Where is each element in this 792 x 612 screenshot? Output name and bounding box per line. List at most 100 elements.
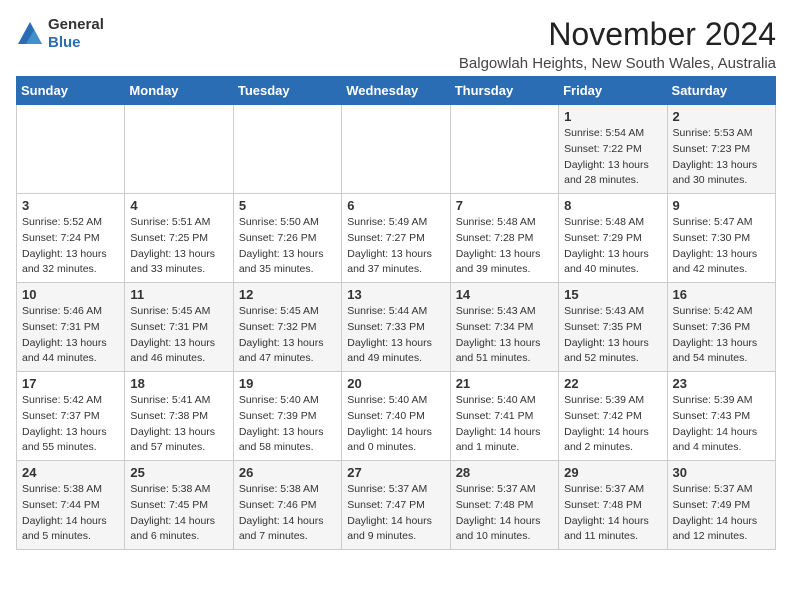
day-number: 30: [673, 465, 770, 480]
header-saturday: Saturday: [667, 77, 775, 105]
calendar-cell: 27Sunrise: 5:37 AMSunset: 7:47 PMDayligh…: [342, 461, 450, 550]
day-number: 23: [673, 376, 770, 391]
day-number: 18: [130, 376, 227, 391]
day-info: Sunrise: 5:51 AMSunset: 7:25 PMDaylight:…: [130, 215, 227, 278]
day-info: Sunrise: 5:48 AMSunset: 7:28 PMDaylight:…: [456, 215, 553, 278]
calendar-cell: 14Sunrise: 5:43 AMSunset: 7:34 PMDayligh…: [450, 283, 558, 372]
day-number: 2: [673, 109, 770, 124]
day-info: Sunrise: 5:39 AMSunset: 7:42 PMDaylight:…: [564, 393, 661, 456]
day-number: 5: [239, 198, 336, 213]
day-number: 3: [22, 198, 119, 213]
day-number: 29: [564, 465, 661, 480]
day-number: 24: [22, 465, 119, 480]
calendar-cell: 2 Sunrise: 5:53 AMSunset: 7:23 PMDaylight…: [667, 105, 775, 194]
calendar-header-row: SundayMondayTuesdayWednesdayThursdayFrid…: [17, 77, 776, 105]
day-info: Sunrise: 5:38 AMSunset: 7:46 PMDaylight:…: [239, 482, 336, 545]
day-number: 10: [22, 287, 119, 302]
header-sunday: Sunday: [17, 77, 125, 105]
day-number: 8: [564, 198, 661, 213]
calendar-cell: 12 Sunrise: 5:45 AMSunset: 7:32 PMDayligh…: [233, 283, 341, 372]
calendar-cell: 23 Sunrise: 5:39 AMSunset: 7:43 PMDayligh…: [667, 372, 775, 461]
day-info: Sunrise: 5:43 AMSunset: 7:35 PMDaylight:…: [564, 304, 661, 367]
day-number: 12: [239, 287, 336, 302]
day-info: Sunrise: 5:54 AMSunset: 7:22 PMDaylight:…: [564, 126, 661, 189]
header-wednesday: Wednesday: [342, 77, 450, 105]
calendar-cell: 25Sunrise: 5:38 AMSunset: 7:45 PMDayligh…: [125, 461, 233, 550]
day-info: Sunrise: 5:41 AMSunset: 7:38 PMDaylight:…: [130, 393, 227, 456]
day-number: 11: [130, 287, 227, 302]
logo-blue: Blue: [48, 34, 81, 51]
day-number: 22: [564, 376, 661, 391]
day-number: 19: [239, 376, 336, 391]
day-number: 13: [347, 287, 444, 302]
calendar-cell: 13 Sunrise: 5:44 AMSunset: 7:33 PMDayligh…: [342, 283, 450, 372]
day-number: 15: [564, 287, 661, 302]
calendar-cell: 30 Sunrise: 5:37 AMSunset: 7:49 PMDayligh…: [667, 461, 775, 550]
day-number: 6: [347, 198, 444, 213]
day-info: Sunrise: 5:37 AMSunset: 7:48 PMDaylight:…: [456, 482, 553, 545]
day-number: 28: [456, 465, 553, 480]
calendar-cell: 5 Sunrise: 5:50 AMSunset: 7:26 PMDaylight…: [233, 194, 341, 283]
header-friday: Friday: [559, 77, 667, 105]
logo: General Blue: [16, 16, 104, 52]
calendar-cell: 16 Sunrise: 5:42 AMSunset: 7:36 PMDayligh…: [667, 283, 775, 372]
calendar-cell: 7Sunrise: 5:48 AMSunset: 7:28 PMDaylight…: [450, 194, 558, 283]
day-info: Sunrise: 5:50 AMSunset: 7:26 PMDaylight:…: [239, 215, 336, 278]
calendar-cell: 11 Sunrise: 5:45 AMSunset: 7:31 PMDayligh…: [125, 283, 233, 372]
header-monday: Monday: [125, 77, 233, 105]
header-thursday: Thursday: [450, 77, 558, 105]
day-info: Sunrise: 5:37 AMSunset: 7:48 PMDaylight:…: [564, 482, 661, 545]
day-number: 17: [22, 376, 119, 391]
calendar-week-3: 10Sunrise: 5:46 AMSunset: 7:31 PMDayligh…: [17, 283, 776, 372]
calendar-cell: 6 Sunrise: 5:49 AMSunset: 7:27 PMDaylight…: [342, 194, 450, 283]
day-info: Sunrise: 5:37 AMSunset: 7:49 PMDaylight:…: [673, 482, 770, 545]
calendar-cell: 8Sunrise: 5:48 AMSunset: 7:29 PMDaylight…: [559, 194, 667, 283]
day-info: Sunrise: 5:42 AMSunset: 7:37 PMDaylight:…: [22, 393, 119, 456]
calendar-cell: 10Sunrise: 5:46 AMSunset: 7:31 PMDayligh…: [17, 283, 125, 372]
calendar-cell: 4 Sunrise: 5:51 AMSunset: 7:25 PMDaylight…: [125, 194, 233, 283]
calendar-table: SundayMondayTuesdayWednesdayThursdayFrid…: [16, 76, 776, 550]
day-info: Sunrise: 5:40 AMSunset: 7:41 PMDaylight:…: [456, 393, 553, 456]
location-subtitle: Balgowlah Heights, New South Wales, Aust…: [459, 55, 776, 72]
day-number: 26: [239, 465, 336, 480]
calendar-cell: 3 Sunrise: 5:52 AMSunset: 7:24 PMDaylight…: [17, 194, 125, 283]
calendar-cell: 22 Sunrise: 5:39 AMSunset: 7:42 PMDayligh…: [559, 372, 667, 461]
logo-icon: [16, 20, 44, 48]
title-block: November 2024 Balgowlah Heights, New Sou…: [459, 16, 776, 72]
day-number: 4: [130, 198, 227, 213]
calendar-week-4: 17 Sunrise: 5:42 AMSunset: 7:37 PMDayligh…: [17, 372, 776, 461]
day-number: 21: [456, 376, 553, 391]
calendar-cell: 9Sunrise: 5:47 AMSunset: 7:30 PMDaylight…: [667, 194, 775, 283]
day-info: Sunrise: 5:38 AMSunset: 7:44 PMDaylight:…: [22, 482, 119, 545]
day-info: Sunrise: 5:39 AMSunset: 7:43 PMDaylight:…: [673, 393, 770, 456]
day-info: Sunrise: 5:47 AMSunset: 7:30 PMDaylight:…: [673, 215, 770, 278]
calendar-week-2: 3 Sunrise: 5:52 AMSunset: 7:24 PMDaylight…: [17, 194, 776, 283]
calendar-cell: 28 Sunrise: 5:37 AMSunset: 7:48 PMDayligh…: [450, 461, 558, 550]
calendar-cell: [450, 105, 558, 194]
day-number: 16: [673, 287, 770, 302]
day-info: Sunrise: 5:44 AMSunset: 7:33 PMDaylight:…: [347, 304, 444, 367]
calendar-cell: 20Sunrise: 5:40 AMSunset: 7:40 PMDayligh…: [342, 372, 450, 461]
calendar-cell: 18 Sunrise: 5:41 AMSunset: 7:38 PMDayligh…: [125, 372, 233, 461]
day-info: Sunrise: 5:53 AMSunset: 7:23 PMDaylight:…: [673, 126, 770, 189]
calendar-cell: 29 Sunrise: 5:37 AMSunset: 7:48 PMDayligh…: [559, 461, 667, 550]
logo-general: General: [48, 16, 104, 33]
day-info: Sunrise: 5:49 AMSunset: 7:27 PMDaylight:…: [347, 215, 444, 278]
day-info: Sunrise: 5:52 AMSunset: 7:24 PMDaylight:…: [22, 215, 119, 278]
day-number: 27: [347, 465, 444, 480]
calendar-cell: 19Sunrise: 5:40 AMSunset: 7:39 PMDayligh…: [233, 372, 341, 461]
day-info: Sunrise: 5:43 AMSunset: 7:34 PMDaylight:…: [456, 304, 553, 367]
day-info: Sunrise: 5:45 AMSunset: 7:32 PMDaylight:…: [239, 304, 336, 367]
calendar-cell: [125, 105, 233, 194]
calendar-cell: 15 Sunrise: 5:43 AMSunset: 7:35 PMDayligh…: [559, 283, 667, 372]
calendar-week-1: 1Sunrise: 5:54 AMSunset: 7:22 PMDaylight…: [17, 105, 776, 194]
page-header: General Blue November 2024 Balgowlah Hei…: [16, 16, 776, 72]
day-info: Sunrise: 5:45 AMSunset: 7:31 PMDaylight:…: [130, 304, 227, 367]
calendar-cell: 1Sunrise: 5:54 AMSunset: 7:22 PMDaylight…: [559, 105, 667, 194]
calendar-cell: 26 Sunrise: 5:38 AMSunset: 7:46 PMDayligh…: [233, 461, 341, 550]
calendar-cell: [342, 105, 450, 194]
calendar-week-5: 24 Sunrise: 5:38 AMSunset: 7:44 PMDayligh…: [17, 461, 776, 550]
day-number: 20: [347, 376, 444, 391]
day-info: Sunrise: 5:42 AMSunset: 7:36 PMDaylight:…: [673, 304, 770, 367]
day-info: Sunrise: 5:38 AMSunset: 7:45 PMDaylight:…: [130, 482, 227, 545]
